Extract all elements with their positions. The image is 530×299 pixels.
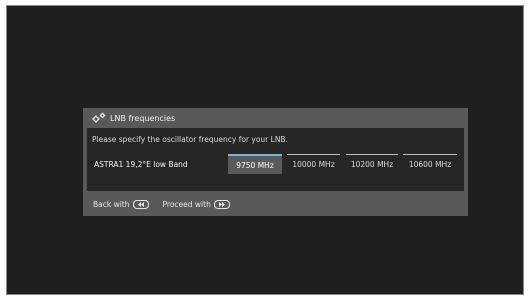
satellite-label: ASTRA1 19,2°E low Band: [94, 160, 188, 169]
dialog-body: Please specify the oscillator frequency …: [87, 128, 464, 191]
back-label: Back with: [93, 199, 130, 209]
proceed-label: Proceed with: [162, 199, 211, 209]
lnb-frequencies-dialog: LNB frequencies Please specify the oscil…: [83, 108, 468, 216]
frequency-option-9750[interactable]: 9750 MHz: [228, 154, 282, 174]
dialog-footer: Back with Proceed with: [83, 196, 468, 212]
frequency-option-10600[interactable]: 10600 MHz: [403, 154, 457, 174]
proceed-hint[interactable]: Proceed with: [162, 199, 230, 209]
prompt-text: Please specify the oscillator frequency …: [92, 135, 288, 144]
forward-key-icon: [213, 199, 230, 209]
frequency-option-10000[interactable]: 10000 MHz: [287, 154, 340, 174]
rewind-key-icon: [132, 199, 149, 209]
dialog-title: LNB frequencies: [110, 113, 176, 123]
frequency-option-10200[interactable]: 10200 MHz: [346, 154, 398, 174]
back-hint[interactable]: Back with: [93, 199, 149, 209]
dialog-header: LNB frequencies: [83, 108, 468, 128]
gears-icon: [91, 111, 107, 125]
tv-screen: LNB frequencies Please specify the oscil…: [6, 5, 524, 295]
